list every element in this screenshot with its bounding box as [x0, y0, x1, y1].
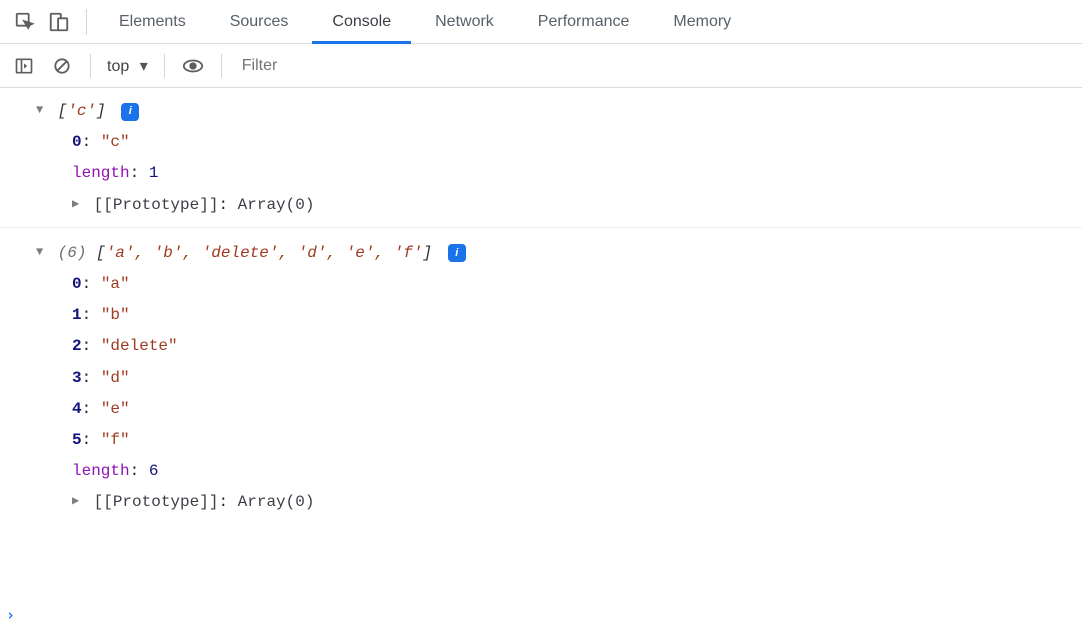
- property-row[interactable]: 1: "b": [72, 300, 1082, 331]
- filter-wrap: [236, 51, 1072, 81]
- array-preview-item: 'a', 'b', 'delete', 'd', 'e', 'f': [106, 244, 423, 262]
- disclosure-triangle-open-icon[interactable]: ▼: [36, 99, 48, 122]
- property-row[interactable]: 2: "delete": [72, 331, 1082, 362]
- object-properties: 0: "a" 1: "b" 2: "delete" 3: "d" 4: "e" …: [28, 269, 1082, 519]
- filter-input[interactable]: [236, 51, 1072, 81]
- property-key: length: [72, 462, 130, 480]
- tab-performance[interactable]: Performance: [518, 0, 650, 44]
- info-badge-icon[interactable]: i: [448, 244, 466, 262]
- tab-label: Network: [435, 13, 494, 31]
- disclosure-triangle-closed-icon[interactable]: ▶: [72, 193, 84, 216]
- prototype-row[interactable]: ▶ [[Prototype]]: Array(0): [72, 190, 1082, 221]
- log-separator: [0, 227, 1082, 228]
- property-key: 3: [72, 369, 82, 387]
- tab-sources[interactable]: Sources: [210, 0, 309, 44]
- tab-network[interactable]: Network: [415, 0, 514, 44]
- property-value: "delete": [101, 337, 178, 355]
- console-toolbar: top ▾: [0, 44, 1082, 88]
- divider: [164, 54, 165, 78]
- console-output: ▼ ['c'] i 0: "c" length: 1 ▶ [[Prototype…: [0, 88, 1082, 524]
- property-key: 1: [72, 306, 82, 324]
- dropdown-triangle-icon: ▾: [140, 56, 148, 76]
- property-key: 5: [72, 431, 82, 449]
- property-key: 2: [72, 337, 82, 355]
- property-key: [[Prototype]]: [94, 493, 219, 511]
- array-count: (6): [58, 244, 87, 262]
- divider: [221, 54, 222, 78]
- property-value: "b": [101, 306, 130, 324]
- property-row[interactable]: length: 6: [72, 456, 1082, 487]
- property-value: "f": [101, 431, 130, 449]
- live-expression-icon[interactable]: [179, 52, 207, 80]
- context-selector[interactable]: top ▾: [107, 56, 148, 76]
- property-value: "c": [101, 133, 130, 151]
- tab-console[interactable]: Console: [312, 0, 411, 44]
- tab-label: Memory: [673, 13, 731, 31]
- context-selector-label: top: [107, 58, 129, 75]
- inspect-element-icon[interactable]: [10, 7, 40, 37]
- tab-label: Performance: [538, 13, 630, 31]
- property-key: 4: [72, 400, 82, 418]
- property-value: "a": [101, 275, 130, 293]
- property-row[interactable]: 4: "e": [72, 394, 1082, 425]
- property-value: Array(0): [238, 493, 315, 511]
- property-key: 0: [72, 275, 82, 293]
- console-sidebar-toggle-icon[interactable]: [10, 52, 38, 80]
- property-key: 0: [72, 133, 82, 151]
- property-value: "d": [101, 369, 130, 387]
- divider: [90, 54, 91, 78]
- info-badge-icon[interactable]: i: [121, 103, 139, 121]
- disclosure-triangle-closed-icon[interactable]: ▶: [72, 490, 84, 513]
- divider: [86, 9, 87, 35]
- property-value: 6: [149, 462, 159, 480]
- console-prompt-icon[interactable]: ›: [6, 606, 15, 624]
- property-row[interactable]: length: 1: [72, 158, 1082, 189]
- property-row[interactable]: 0: "a": [72, 269, 1082, 300]
- disclosure-triangle-open-icon[interactable]: ▼: [36, 241, 48, 264]
- property-row[interactable]: 0: "c": [72, 127, 1082, 158]
- tab-label: Elements: [119, 13, 186, 31]
- property-value: 1: [149, 164, 159, 182]
- property-key: [[Prototype]]: [94, 196, 219, 214]
- tab-label: Console: [332, 13, 391, 31]
- property-key: length: [72, 164, 130, 182]
- device-toolbar-icon[interactable]: [44, 7, 74, 37]
- property-row[interactable]: 5: "f": [72, 425, 1082, 456]
- object-properties: 0: "c" length: 1 ▶ [[Prototype]]: Array(…: [28, 127, 1082, 221]
- devtools-tabbar: Elements Sources Console Network Perform…: [0, 0, 1082, 44]
- clear-console-icon[interactable]: [48, 52, 76, 80]
- property-row[interactable]: 3: "d": [72, 363, 1082, 394]
- console-object-summary[interactable]: ▼ (6) ['a', 'b', 'delete', 'd', 'e', 'f'…: [28, 238, 1082, 269]
- tab-label: Sources: [230, 13, 289, 31]
- property-value: "e": [101, 400, 130, 418]
- console-object-summary[interactable]: ▼ ['c'] i: [28, 96, 1082, 127]
- tab-elements[interactable]: Elements: [99, 0, 206, 44]
- array-preview-item: 'c': [67, 102, 96, 120]
- tab-memory[interactable]: Memory: [653, 0, 751, 44]
- property-value: Array(0): [238, 196, 315, 214]
- prototype-row[interactable]: ▶ [[Prototype]]: Array(0): [72, 487, 1082, 518]
